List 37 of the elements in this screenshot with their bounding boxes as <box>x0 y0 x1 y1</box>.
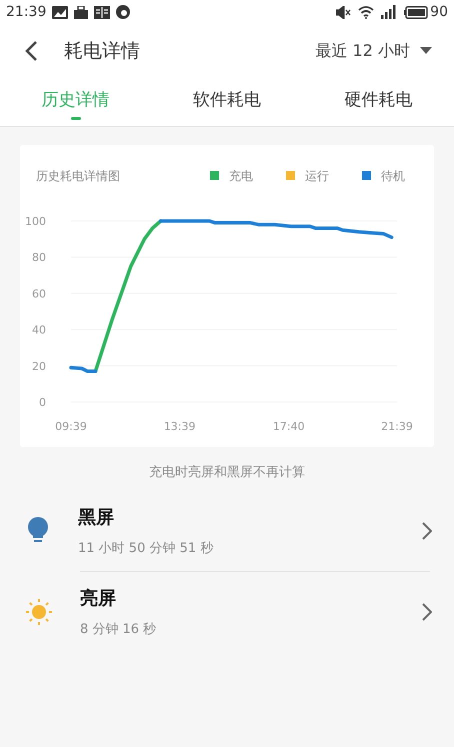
signal-icon <box>380 5 398 19</box>
y-tick-label: 20 <box>32 360 46 373</box>
legend-label: 运行 <box>305 169 329 183</box>
row-duration: 8 分钟 16 秒 <box>80 621 158 638</box>
y-tick-label: 40 <box>32 324 46 337</box>
book-icon <box>94 6 110 18</box>
legend-label: 待机 <box>381 169 405 183</box>
briefcase-icon <box>74 6 88 18</box>
chevron-right-icon[interactable] <box>422 603 432 621</box>
range-dropdown[interactable]: 最近 12 小时 <box>315 40 432 62</box>
row-title: 亮屏 <box>80 587 117 610</box>
legend-label: 充电 <box>229 169 253 183</box>
y-tick-label: 100 <box>25 215 46 228</box>
wifi-icon <box>358 6 374 18</box>
sun-icon <box>26 599 52 625</box>
back-icon[interactable] <box>24 40 38 62</box>
tab[interactable]: 软件耗电 <box>151 78 303 126</box>
y-tick-label: 0 <box>39 396 46 409</box>
row-duration: 11 小时 50 分钟 51 秒 <box>78 540 214 557</box>
caret-down-icon <box>420 47 432 55</box>
row-title: 黑屏 <box>78 506 115 529</box>
battery-percent: 90 <box>430 4 448 20</box>
page-title: 耗电详情 <box>64 39 141 64</box>
x-tick-label: 21:39 <box>381 420 413 433</box>
status-time: 21:39 <box>6 4 46 20</box>
y-tick-label: 80 <box>32 251 46 264</box>
x-tick-label: 13:39 <box>164 420 196 433</box>
y-tick-label: 60 <box>32 287 46 300</box>
chart-title: 历史耗电详情图 <box>36 169 120 183</box>
battery-icon <box>404 6 428 18</box>
chevron-right-icon[interactable] <box>422 522 432 540</box>
mute-icon <box>336 6 352 18</box>
x-tick-label: 17:40 <box>272 420 305 433</box>
chart-note: 充电时亮屏和黑屏不再计算 <box>148 464 306 481</box>
tab[interactable]: 硬件耗电 <box>302 78 454 126</box>
x-tick-label: 09:39 <box>55 420 87 433</box>
image-icon <box>52 6 68 18</box>
